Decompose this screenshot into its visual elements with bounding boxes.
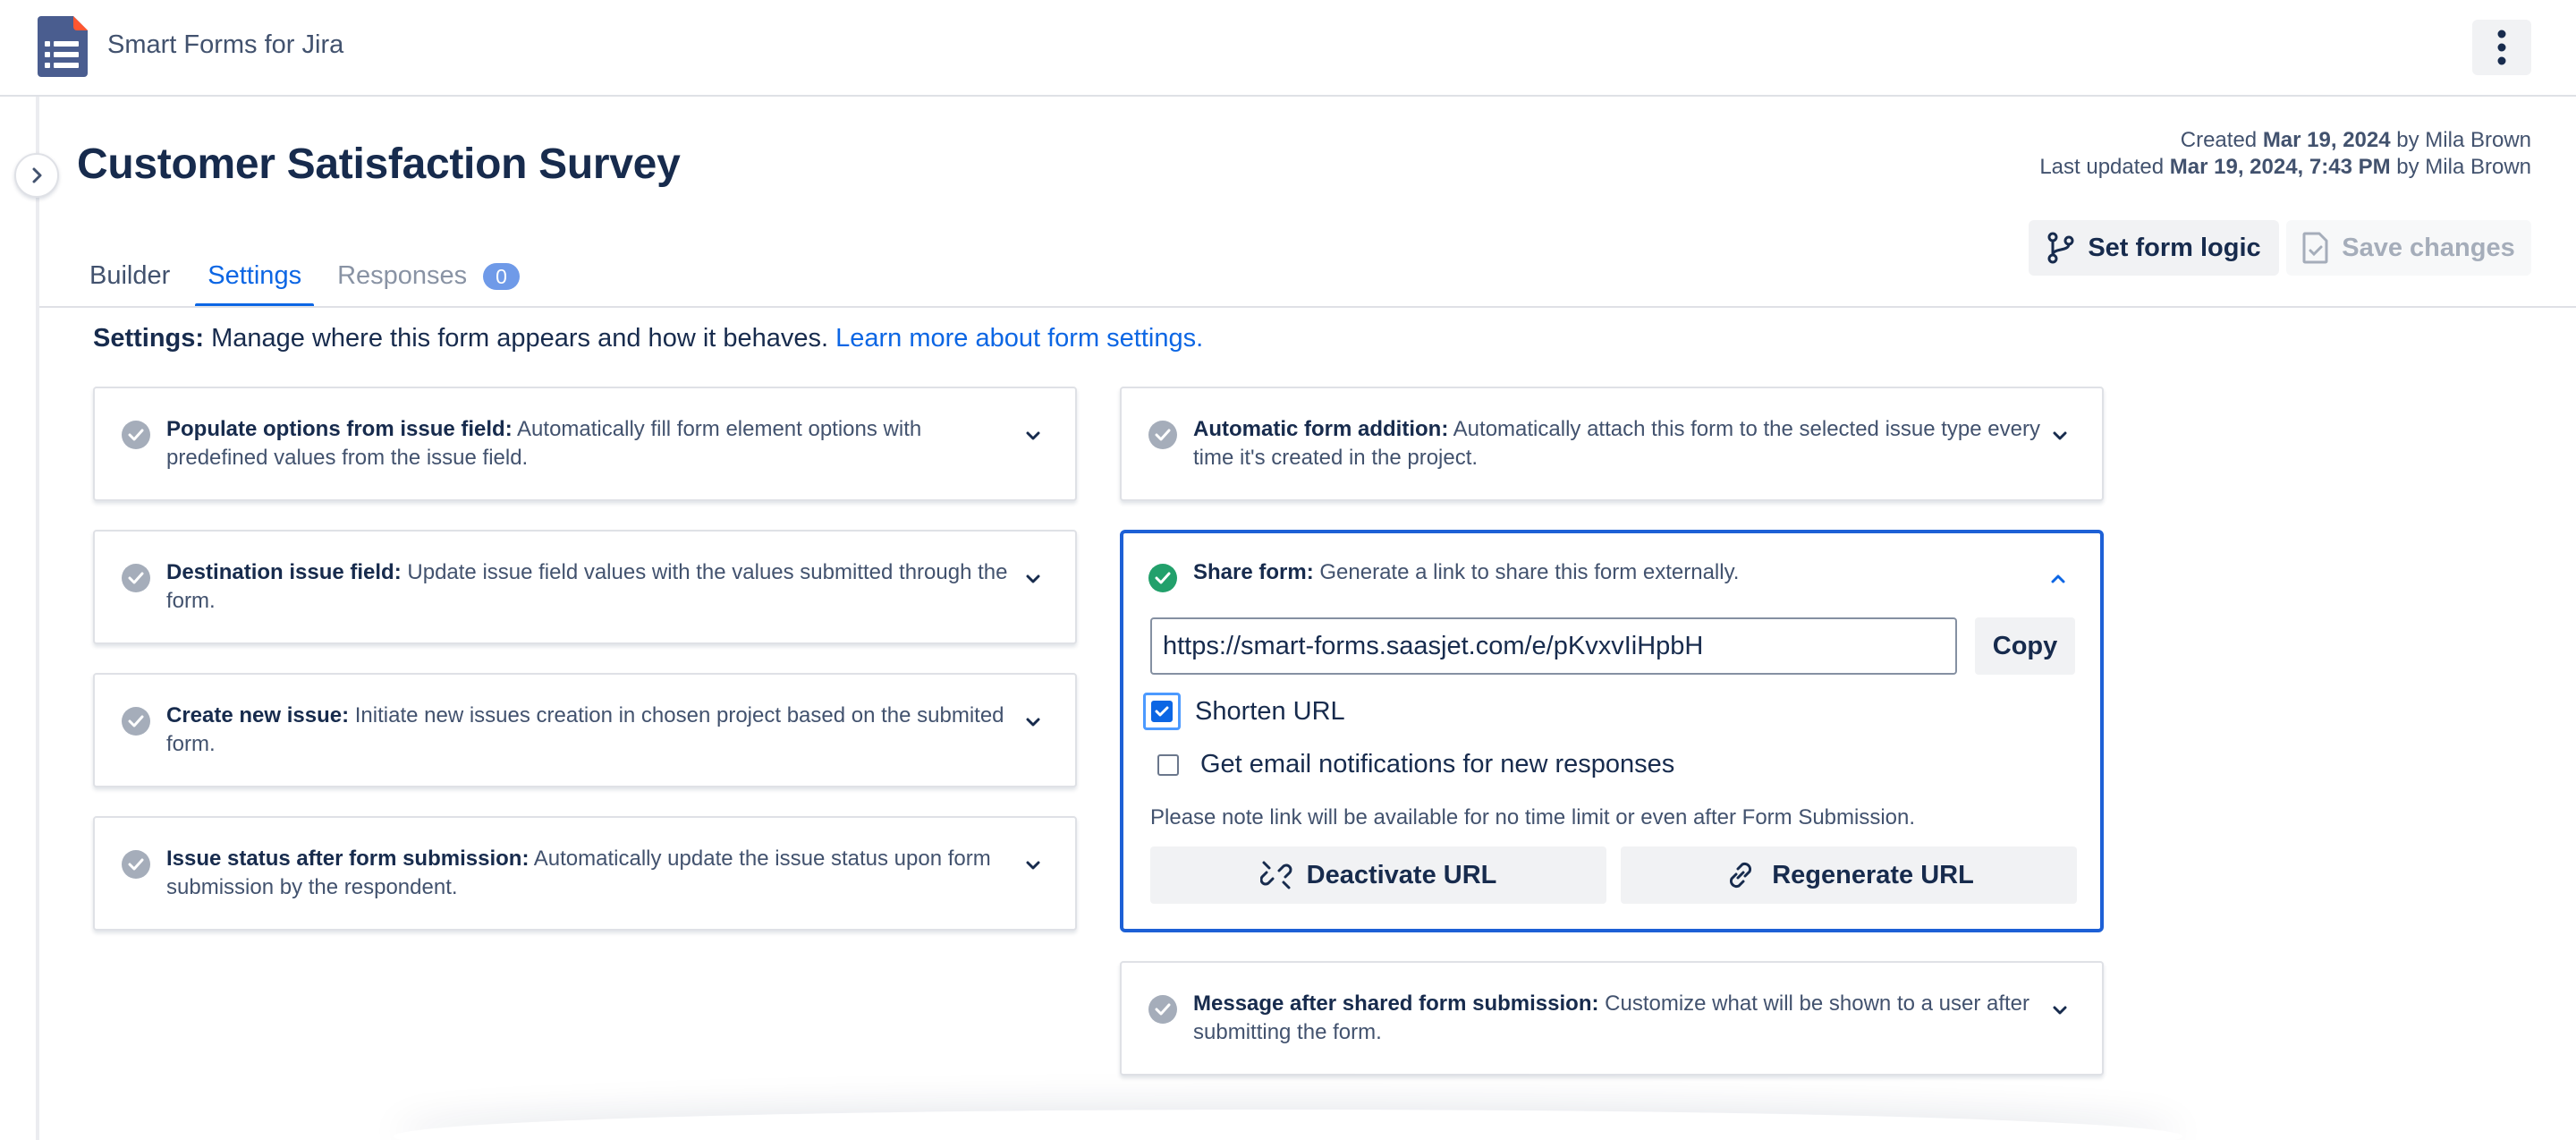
copy-url-button[interactable]: Copy <box>1975 617 2075 675</box>
setting-card-issue-status[interactable]: Issue status after form submission: Auto… <box>93 816 1077 931</box>
learn-more-link[interactable]: Learn more about form settings. <box>835 324 1203 353</box>
link-icon <box>1730 862 1752 889</box>
forms-app-logo-icon <box>38 16 88 77</box>
regenerate-url-button[interactable]: Regenerate URL <box>1621 846 2077 904</box>
status-check-icon <box>1148 421 1177 449</box>
tabs-divider <box>39 306 2576 308</box>
status-check-icon <box>122 850 150 879</box>
chevron-down-icon[interactable] <box>1021 710 1045 734</box>
responses-count-badge: 0 <box>483 263 520 290</box>
chevron-down-icon[interactable] <box>2048 999 2072 1022</box>
tab-builder[interactable]: Builder <box>77 258 182 308</box>
setting-card-automatic-addition[interactable]: Automatic form addition: Automatically a… <box>1120 387 2104 501</box>
deactivate-url-button[interactable]: Deactivate URL <box>1150 846 1606 904</box>
form-tabs: Builder Settings Responses 0 <box>77 258 532 308</box>
email-notifications-checkbox[interactable] <box>1157 753 1179 776</box>
chevron-right-icon <box>32 167 42 183</box>
form-metadata: Created Mar 19, 2024 by Mila Brown Last … <box>2039 127 2531 181</box>
setting-card-text: Destination issue field: Update issue fi… <box>166 560 1008 613</box>
email-notifications-checkbox-row[interactable]: Get email notifications for new response… <box>1150 750 1674 779</box>
setting-card-text: Automatic form addition: Automatically a… <box>1193 417 2040 470</box>
status-check-icon <box>1148 995 1177 1024</box>
setting-card-share-form: Share form: Generate a link to share thi… <box>1120 530 2104 932</box>
chevron-down-icon[interactable] <box>1021 854 1045 877</box>
page-title: Customer Satisfaction Survey <box>77 140 681 188</box>
updated-info: Last updated Mar 19, 2024, 7:43 PM by Mi… <box>2039 155 2531 179</box>
email-notifications-label: Get email notifications for new response… <box>1200 750 1675 778</box>
sidebar-rail <box>36 97 39 1140</box>
success-check-icon <box>1148 564 1177 592</box>
setting-card-text: Issue status after form submission: Auto… <box>166 846 991 899</box>
app-header: Smart Forms for Jira <box>0 0 2576 97</box>
document-check-icon <box>2302 232 2328 264</box>
share-url-input[interactable] <box>1150 617 1957 675</box>
setting-card-text: Create new issue: Initiate new issues cr… <box>166 703 1004 756</box>
status-check-icon <box>122 564 150 592</box>
chevron-up-icon[interactable] <box>2046 567 2070 591</box>
setting-card-create-issue[interactable]: Create new issue: Initiate new issues cr… <box>93 673 1077 787</box>
vertical-dots-icon <box>2497 30 2506 65</box>
settings-intro: Settings: Manage where this form appears… <box>93 324 1204 353</box>
app-title: Smart Forms for Jira <box>107 30 344 59</box>
setting-card-destination-field[interactable]: Destination issue field: Update issue fi… <box>93 530 1077 644</box>
bottom-shadow <box>394 1110 2182 1140</box>
setting-card-populate-options[interactable]: Populate options from issue field: Autom… <box>93 387 1077 501</box>
save-changes-button[interactable]: Save changes <box>2286 220 2531 276</box>
tab-settings[interactable]: Settings <box>195 258 314 308</box>
set-form-logic-button[interactable]: Set form logic <box>2029 220 2279 276</box>
chevron-down-icon[interactable] <box>1021 424 1045 447</box>
setting-card-text: Message after shared form submission: Cu… <box>1193 991 2030 1044</box>
checkmark-icon <box>1155 706 1169 717</box>
shorten-url-label: Shorten URL <box>1195 696 1345 726</box>
expand-sidebar-button[interactable] <box>14 153 59 198</box>
setting-card-message-after-submission[interactable]: Message after shared form submission: Cu… <box>1120 961 2104 1076</box>
chevron-down-icon[interactable] <box>2048 424 2072 447</box>
status-check-icon <box>122 707 150 736</box>
share-note: Please note link will be available for n… <box>1150 805 1916 829</box>
shorten-url-checkbox[interactable] <box>1143 693 1181 730</box>
more-options-button[interactable] <box>2472 20 2531 75</box>
git-branch-icon <box>2047 232 2074 264</box>
setting-card-text: Populate options from issue field: Autom… <box>166 417 922 470</box>
tab-responses[interactable]: Responses 0 <box>325 258 532 308</box>
setting-card-text: Share form: Generate a link to share thi… <box>1193 560 1740 584</box>
shorten-url-checkbox-row[interactable]: Shorten URL <box>1143 693 1345 730</box>
unlink-icon <box>1259 861 1292 889</box>
created-info: Created Mar 19, 2024 by Mila Brown <box>2180 128 2531 152</box>
chevron-down-icon[interactable] <box>1021 567 1045 591</box>
status-check-icon <box>122 421 150 449</box>
